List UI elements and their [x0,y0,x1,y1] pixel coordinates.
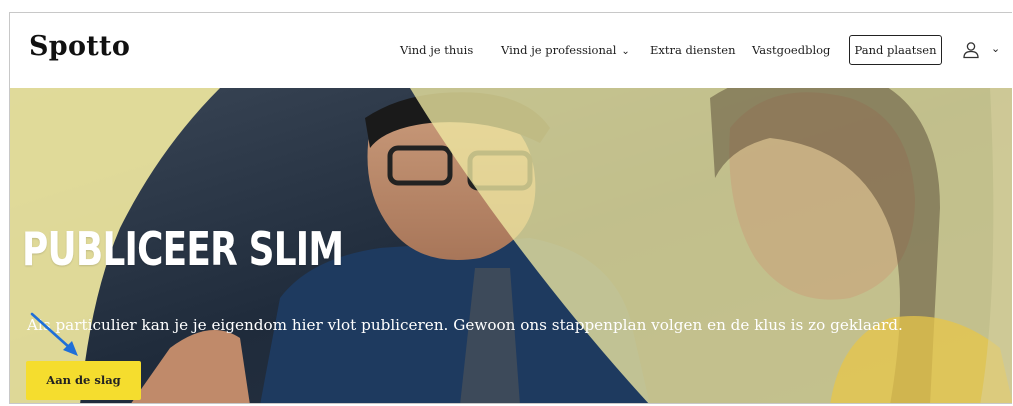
browser-viewport: Spotto Vind je thuis Vind je professiona… [9,12,1012,404]
site-header: Spotto Vind je thuis Vind je professiona… [10,13,1012,89]
chevron-down-icon: ⌄ [621,46,630,57]
site-logo[interactable]: Spotto [29,31,130,62]
hero-subtitle: Als particulier kan je je eigendom hier … [27,316,903,334]
nav-vind-je-thuis[interactable]: Vind je thuis [400,43,473,57]
nav-vastgoedblog[interactable]: Vastgoedblog [752,43,830,57]
nav-vind-je-professional[interactable]: Vind je professional ⌄ [501,43,630,57]
user-icon[interactable] [962,41,980,59]
arrow-icon [30,312,78,356]
nav-extra-diensten[interactable]: Extra diensten [650,43,736,57]
account-chevron-down-icon[interactable]: ⌄ [991,42,1000,55]
hero-title: PUBLICEER SLIM [22,222,344,276]
pand-plaatsen-button[interactable]: Pand plaatsen [849,35,942,65]
hero-banner: PUBLICEER SLIM Als particulier kan je je… [10,88,1012,403]
aan-de-slag-button[interactable]: Aan de slag [26,361,141,400]
nav-vind-je-professional-label: Vind je professional [501,43,617,57]
